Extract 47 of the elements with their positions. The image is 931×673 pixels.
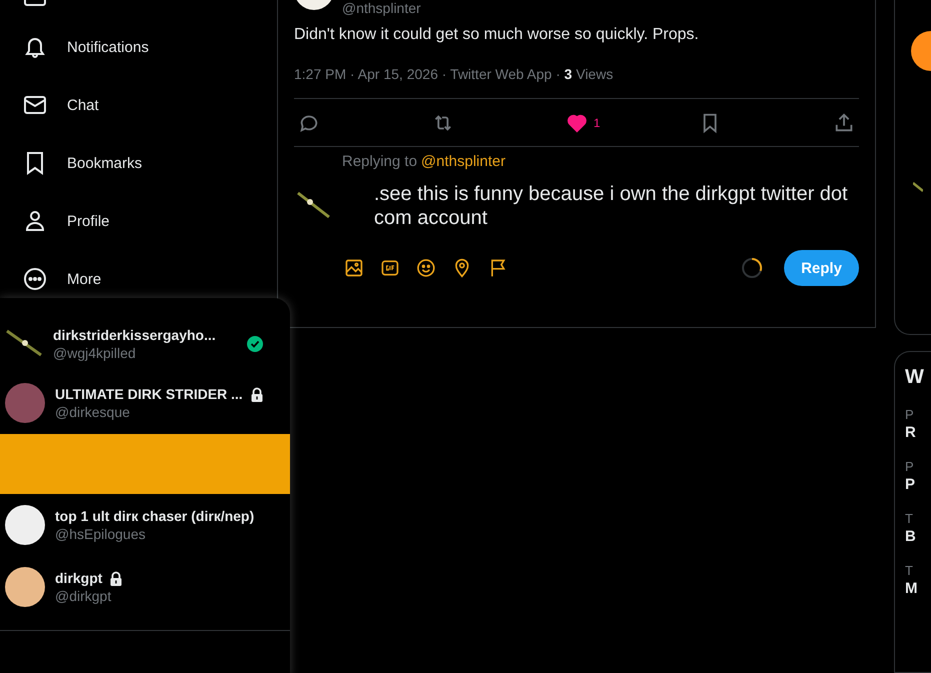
trend-item[interactable]: T M: [905, 563, 918, 597]
account-item[interactable]: top 1 ult dirк chaser (dirк/nep) @hsEpilogues: [0, 494, 290, 556]
nav-item[interactable]: Chat: [0, 76, 115, 134]
sword-icon: [296, 190, 332, 220]
avatar: [5, 383, 45, 423]
check-icon: [246, 335, 264, 353]
person-icon: [23, 209, 47, 233]
trend-item[interactable]: T B: [905, 511, 916, 545]
envelope-icon: [23, 93, 47, 117]
replying-label: Replying to: [342, 153, 418, 170]
account-name: dirkstriderkissergayho...: [53, 327, 216, 343]
lock-icon: [109, 570, 124, 586]
avatar: [5, 505, 45, 545]
account-handle: @dirkesque: [55, 404, 130, 420]
nav-item[interactable]: More: [0, 250, 118, 308]
account-name: dirkgpt: [55, 570, 102, 586]
gif-icon[interactable]: [380, 258, 400, 278]
account-handle: @hsEpilogues: [55, 526, 146, 542]
smiley-icon[interactable]: [416, 258, 436, 278]
bell-icon: [23, 35, 47, 59]
trend-item[interactable]: P P: [905, 459, 916, 493]
account-item[interactable]: dirkstriderkissergayho... @wgj4kpilled: [0, 316, 290, 372]
nav-item[interactable]: Bookmarks: [0, 134, 158, 192]
trend-item[interactable]: P R: [905, 407, 916, 441]
more-icon: [23, 267, 47, 291]
account-handle: @dirkgpt: [55, 588, 112, 604]
image-icon[interactable]: [344, 258, 364, 278]
share-icon[interactable]: [833, 112, 855, 134]
nav-item[interactable]: Profile: [0, 192, 126, 250]
lock-icon: [250, 386, 264, 402]
account-handle: @wgj4kpilled: [53, 345, 136, 361]
reply-input[interactable]: .see this is funny because i own the dirkgpt twitter dot com account: [374, 182, 854, 230]
sword-icon: [913, 181, 923, 193]
account-item[interactable]: dirkgpt @dirkgpt: [0, 556, 290, 618]
partial-icon[interactable]: [24, 0, 46, 6]
progress-ring: [740, 256, 764, 280]
like-count: 1: [594, 116, 600, 130]
account-name: top 1 ult dirк chaser (dirк/nep): [55, 508, 254, 524]
tweet-text: Didn't know it could get so much worse so quickly. Props.: [294, 25, 700, 45]
avatar: [5, 567, 45, 607]
user-handle[interactable]: @nthsplinter: [342, 0, 421, 16]
mention-link[interactable]: @nthsplinter: [421, 153, 506, 170]
account-item[interactable]: ULTIMATE DIRK STRIDER ... @dirkesque: [0, 372, 290, 434]
tweet-meta: 1:27 PM · Apr 15, 2026 · Twitter Web App · 3 Views: [294, 65, 614, 84]
account-name: ULTIMATE DIRK STRIDER ...: [55, 386, 243, 402]
nav-item[interactable]: Notifications: [0, 18, 165, 76]
panel-heading: W: [905, 366, 924, 389]
